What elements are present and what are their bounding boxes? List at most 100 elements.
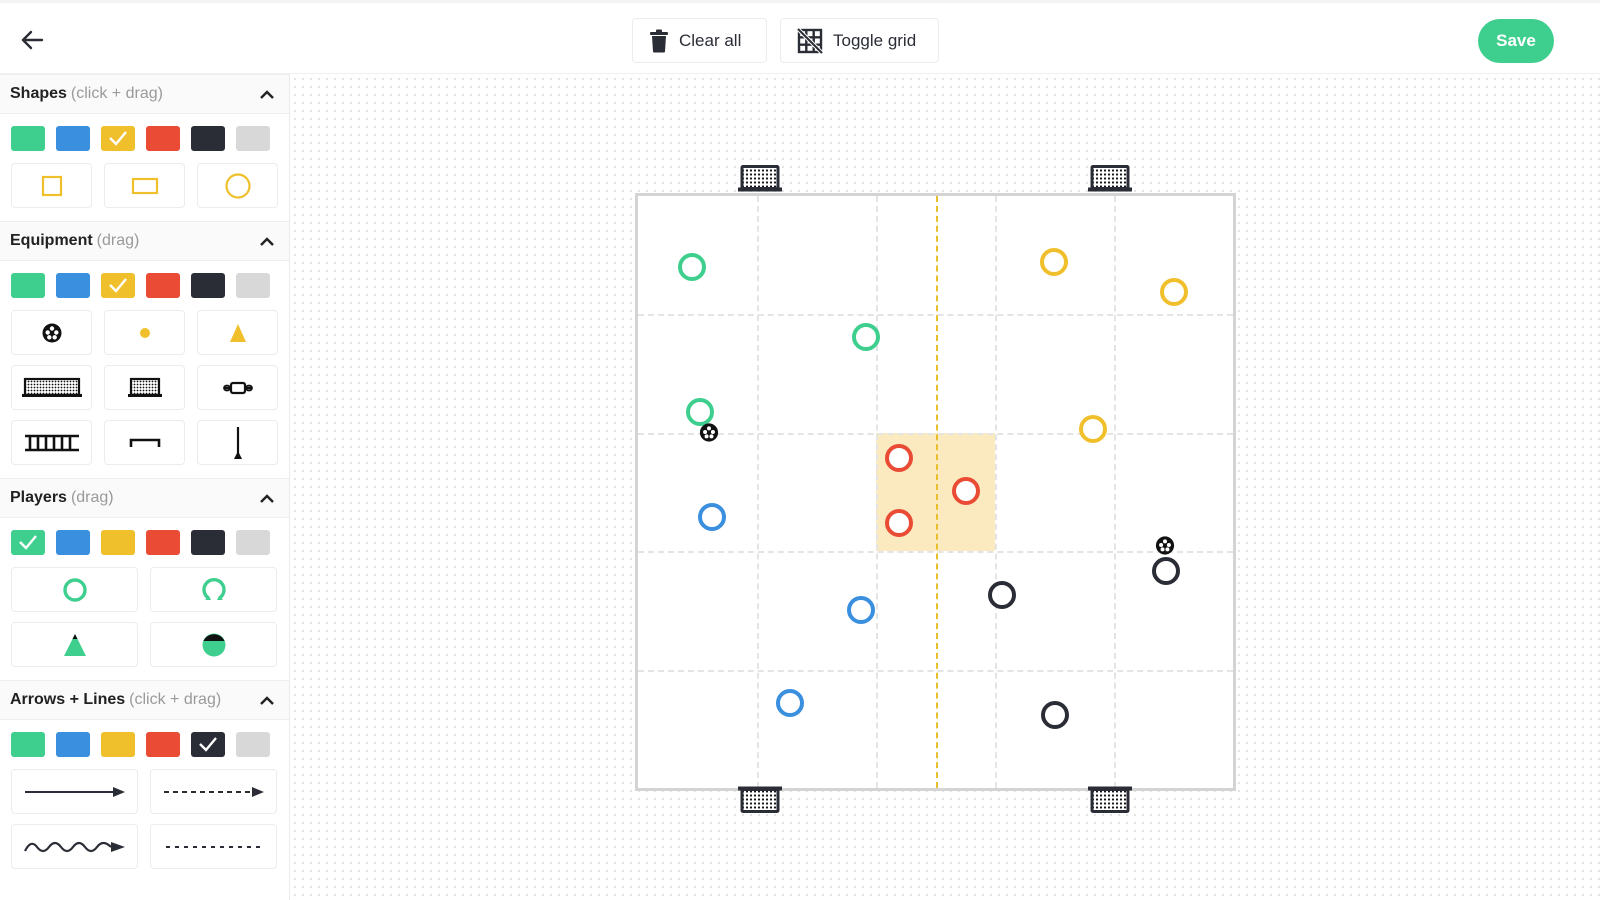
equipment-pole-tool[interactable] (197, 420, 278, 465)
swatch-green-selected[interactable] (11, 530, 45, 555)
large-goal-icon (21, 377, 82, 397)
equipment-ball-tool[interactable] (11, 310, 92, 355)
swatch-blue[interactable] (56, 732, 90, 757)
equipment-large-goal-tool[interactable] (11, 365, 92, 410)
goal-top[interactable] (737, 165, 783, 198)
goal-bottom[interactable] (737, 786, 783, 819)
player-marker-dark[interactable] (988, 581, 1017, 609)
swatch-yellow[interactable] (101, 530, 135, 555)
chevron-up-icon[interactable] (259, 492, 275, 506)
toggle-grid-button[interactable]: Toggle grid (780, 18, 939, 63)
player-marker-yellow[interactable] (1159, 277, 1188, 306)
player-marker-blue[interactable] (776, 688, 805, 717)
swatch-grey[interactable] (236, 530, 270, 555)
equipment-ladder-tool[interactable] (11, 420, 92, 465)
grid-line-vertical (995, 196, 997, 788)
section-header-players[interactable]: Players (drag) (0, 478, 289, 518)
swatch-yellow-selected[interactable] (101, 126, 135, 151)
player-marker-yellow[interactable] (1079, 414, 1108, 443)
player-marker-yellow[interactable] (1039, 248, 1068, 277)
swatch-red[interactable] (146, 126, 180, 151)
small-goal-icon (127, 377, 162, 397)
back-button[interactable] (18, 25, 48, 55)
pole-icon (233, 426, 242, 459)
swatch-green[interactable] (11, 126, 45, 151)
player-marker-red[interactable] (884, 444, 913, 473)
section-hint: (drag) (96, 232, 140, 249)
swatch-yellow[interactable] (101, 732, 135, 757)
dashed-arrow-tool[interactable] (150, 769, 277, 814)
swatch-yellow-selected[interactable] (101, 273, 135, 298)
player-marker-dark[interactable] (1040, 700, 1069, 729)
equipment-marker-tool[interactable] (104, 310, 185, 355)
checkmark-icon (19, 535, 37, 550)
shape-square-tool[interactable] (11, 163, 92, 208)
player-circle-tool[interactable] (11, 567, 138, 612)
mini-hurdle-icon (129, 438, 160, 447)
grid-line-vertical (876, 196, 878, 788)
swatch-red[interactable] (146, 273, 180, 298)
player-marker-blue[interactable] (846, 595, 875, 624)
swatch-blue[interactable] (56, 273, 90, 298)
player-half-circle-tool[interactable] (150, 622, 277, 667)
swatch-dark-selected[interactable] (191, 732, 225, 757)
swatch-grey[interactable] (236, 273, 270, 298)
swatch-blue[interactable] (56, 530, 90, 555)
swatch-dark[interactable] (191, 530, 225, 555)
swatch-grey[interactable] (236, 126, 270, 151)
grid-off-icon (797, 27, 823, 54)
goal-bottom[interactable] (1087, 786, 1133, 819)
swatch-green[interactable] (11, 732, 45, 757)
equipment-hurdle-tool[interactable] (197, 365, 278, 410)
color-swatches-shapes (0, 114, 289, 159)
color-swatches-equipment (0, 261, 289, 306)
cone-icon (229, 323, 246, 342)
swatch-blue[interactable] (56, 126, 90, 151)
shape-rectangle-tool[interactable] (104, 163, 185, 208)
swatch-red[interactable] (146, 732, 180, 757)
pitch[interactable] (635, 193, 1236, 791)
swatch-dark[interactable] (191, 126, 225, 151)
player-marker-dark[interactable] (1151, 557, 1180, 586)
section-header-equipment[interactable]: Equipment (drag) (0, 221, 289, 261)
player-marker-blue[interactable] (697, 503, 726, 532)
swatch-red[interactable] (146, 530, 180, 555)
shape-circle-tool[interactable] (197, 163, 278, 208)
section-title: Equipment (10, 232, 93, 249)
player-circle-icon (62, 577, 87, 602)
swatch-green[interactable] (11, 273, 45, 298)
color-swatches-players (0, 518, 289, 563)
player-marker-red[interactable] (952, 476, 981, 505)
chevron-up-icon[interactable] (259, 235, 275, 249)
checkmark-icon (109, 278, 127, 293)
solid-arrow-tool[interactable] (11, 769, 138, 814)
equipment-small-goal-tool[interactable] (104, 365, 185, 410)
player-triangle-icon (63, 633, 86, 656)
wavy-arrow-tool[interactable] (11, 824, 138, 869)
dotted-line-tool[interactable] (150, 824, 277, 869)
soccer-ball-icon[interactable] (699, 422, 719, 447)
player-marker-green[interactable] (851, 323, 880, 352)
save-button[interactable]: Save (1478, 19, 1554, 63)
rectangle-outline-icon (131, 177, 158, 194)
soccer-ball-icon[interactable] (1155, 535, 1175, 560)
clear-all-button[interactable]: Clear all (632, 18, 767, 63)
equipment-cone-tool[interactable] (197, 310, 278, 355)
swatch-grey[interactable] (236, 732, 270, 757)
player-tiles (0, 563, 289, 673)
player-marker-green[interactable] (677, 253, 706, 282)
clear-all-label: Clear all (679, 30, 742, 50)
chevron-up-icon[interactable] (259, 694, 275, 708)
player-triangle-tool[interactable] (11, 622, 138, 667)
hurdle-icon (222, 381, 253, 394)
section-header-shapes[interactable]: Shapes (click + drag) (0, 74, 289, 114)
marker-dot-icon (139, 327, 150, 338)
swatch-dark[interactable] (191, 273, 225, 298)
section-header-arrows-lines[interactable]: Arrows + Lines (click + drag) (0, 680, 289, 720)
goal-top[interactable] (1087, 165, 1133, 198)
player-open-circle-tool[interactable] (150, 567, 277, 612)
chevron-up-icon[interactable] (259, 88, 275, 102)
player-marker-red[interactable] (885, 508, 914, 537)
dashed-arrow-icon (163, 786, 264, 797)
equipment-mini-hurdle-tool[interactable] (104, 420, 185, 465)
